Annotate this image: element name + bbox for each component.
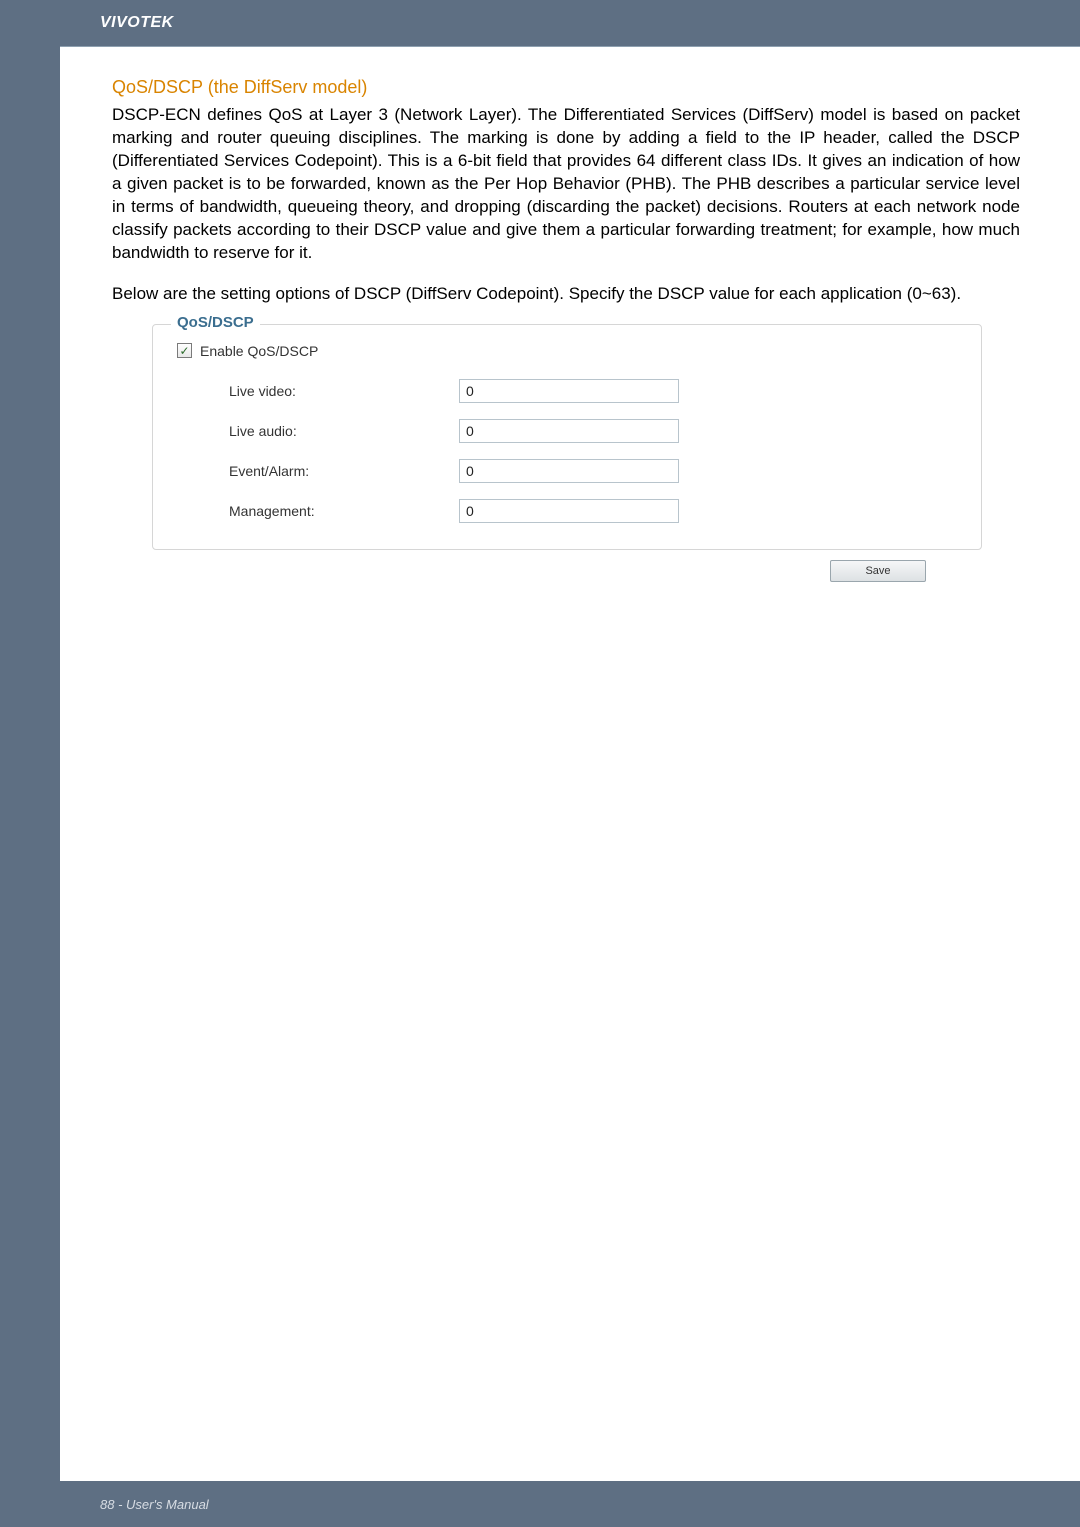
page: VIVOTEK QoS/DSCP (the DiffServ model) DS… (60, 0, 1080, 1527)
save-button-wrap: Save (152, 560, 982, 582)
paragraph-1: DSCP-ECN defines QoS at Layer 3 (Network… (112, 104, 1020, 265)
label-live-audio: Live audio: (229, 423, 459, 439)
row-live-audio: Live audio: (173, 411, 961, 451)
fieldset-legend: QoS/DSCP (171, 314, 260, 331)
footer-bar: 88 - User's Manual (60, 1481, 1080, 1527)
input-management[interactable] (459, 499, 679, 523)
save-button[interactable]: Save (830, 560, 926, 582)
footer-text: 88 - User's Manual (100, 1497, 209, 1512)
checkmark-icon: ✓ (179, 344, 189, 358)
label-live-video: Live video: (229, 383, 459, 399)
enable-qos-checkbox[interactable]: ✓ (177, 343, 192, 358)
row-live-video: Live video: (173, 371, 961, 411)
row-event-alarm: Event/Alarm: (173, 451, 961, 491)
paragraph-2: Below are the setting options of DSCP (D… (112, 283, 1020, 306)
label-event-alarm: Event/Alarm: (229, 463, 459, 479)
row-management: Management: (173, 491, 961, 531)
content-area: QoS/DSCP (the DiffServ model) DSCP-ECN d… (60, 47, 1080, 582)
enable-qos-label: Enable QoS/DSCP (200, 343, 318, 359)
section-title: QoS/DSCP (the DiffServ model) (112, 77, 1020, 98)
input-live-video[interactable] (459, 379, 679, 403)
left-stripe (0, 0, 60, 1527)
header-bar: VIVOTEK (60, 0, 1080, 46)
enable-row: ✓ Enable QoS/DSCP (173, 343, 961, 359)
brand-text: VIVOTEK (100, 14, 174, 31)
input-event-alarm[interactable] (459, 459, 679, 483)
input-live-audio[interactable] (459, 419, 679, 443)
label-management: Management: (229, 503, 459, 519)
qos-dscp-fieldset: QoS/DSCP ✓ Enable QoS/DSCP Live video: L… (152, 324, 982, 550)
